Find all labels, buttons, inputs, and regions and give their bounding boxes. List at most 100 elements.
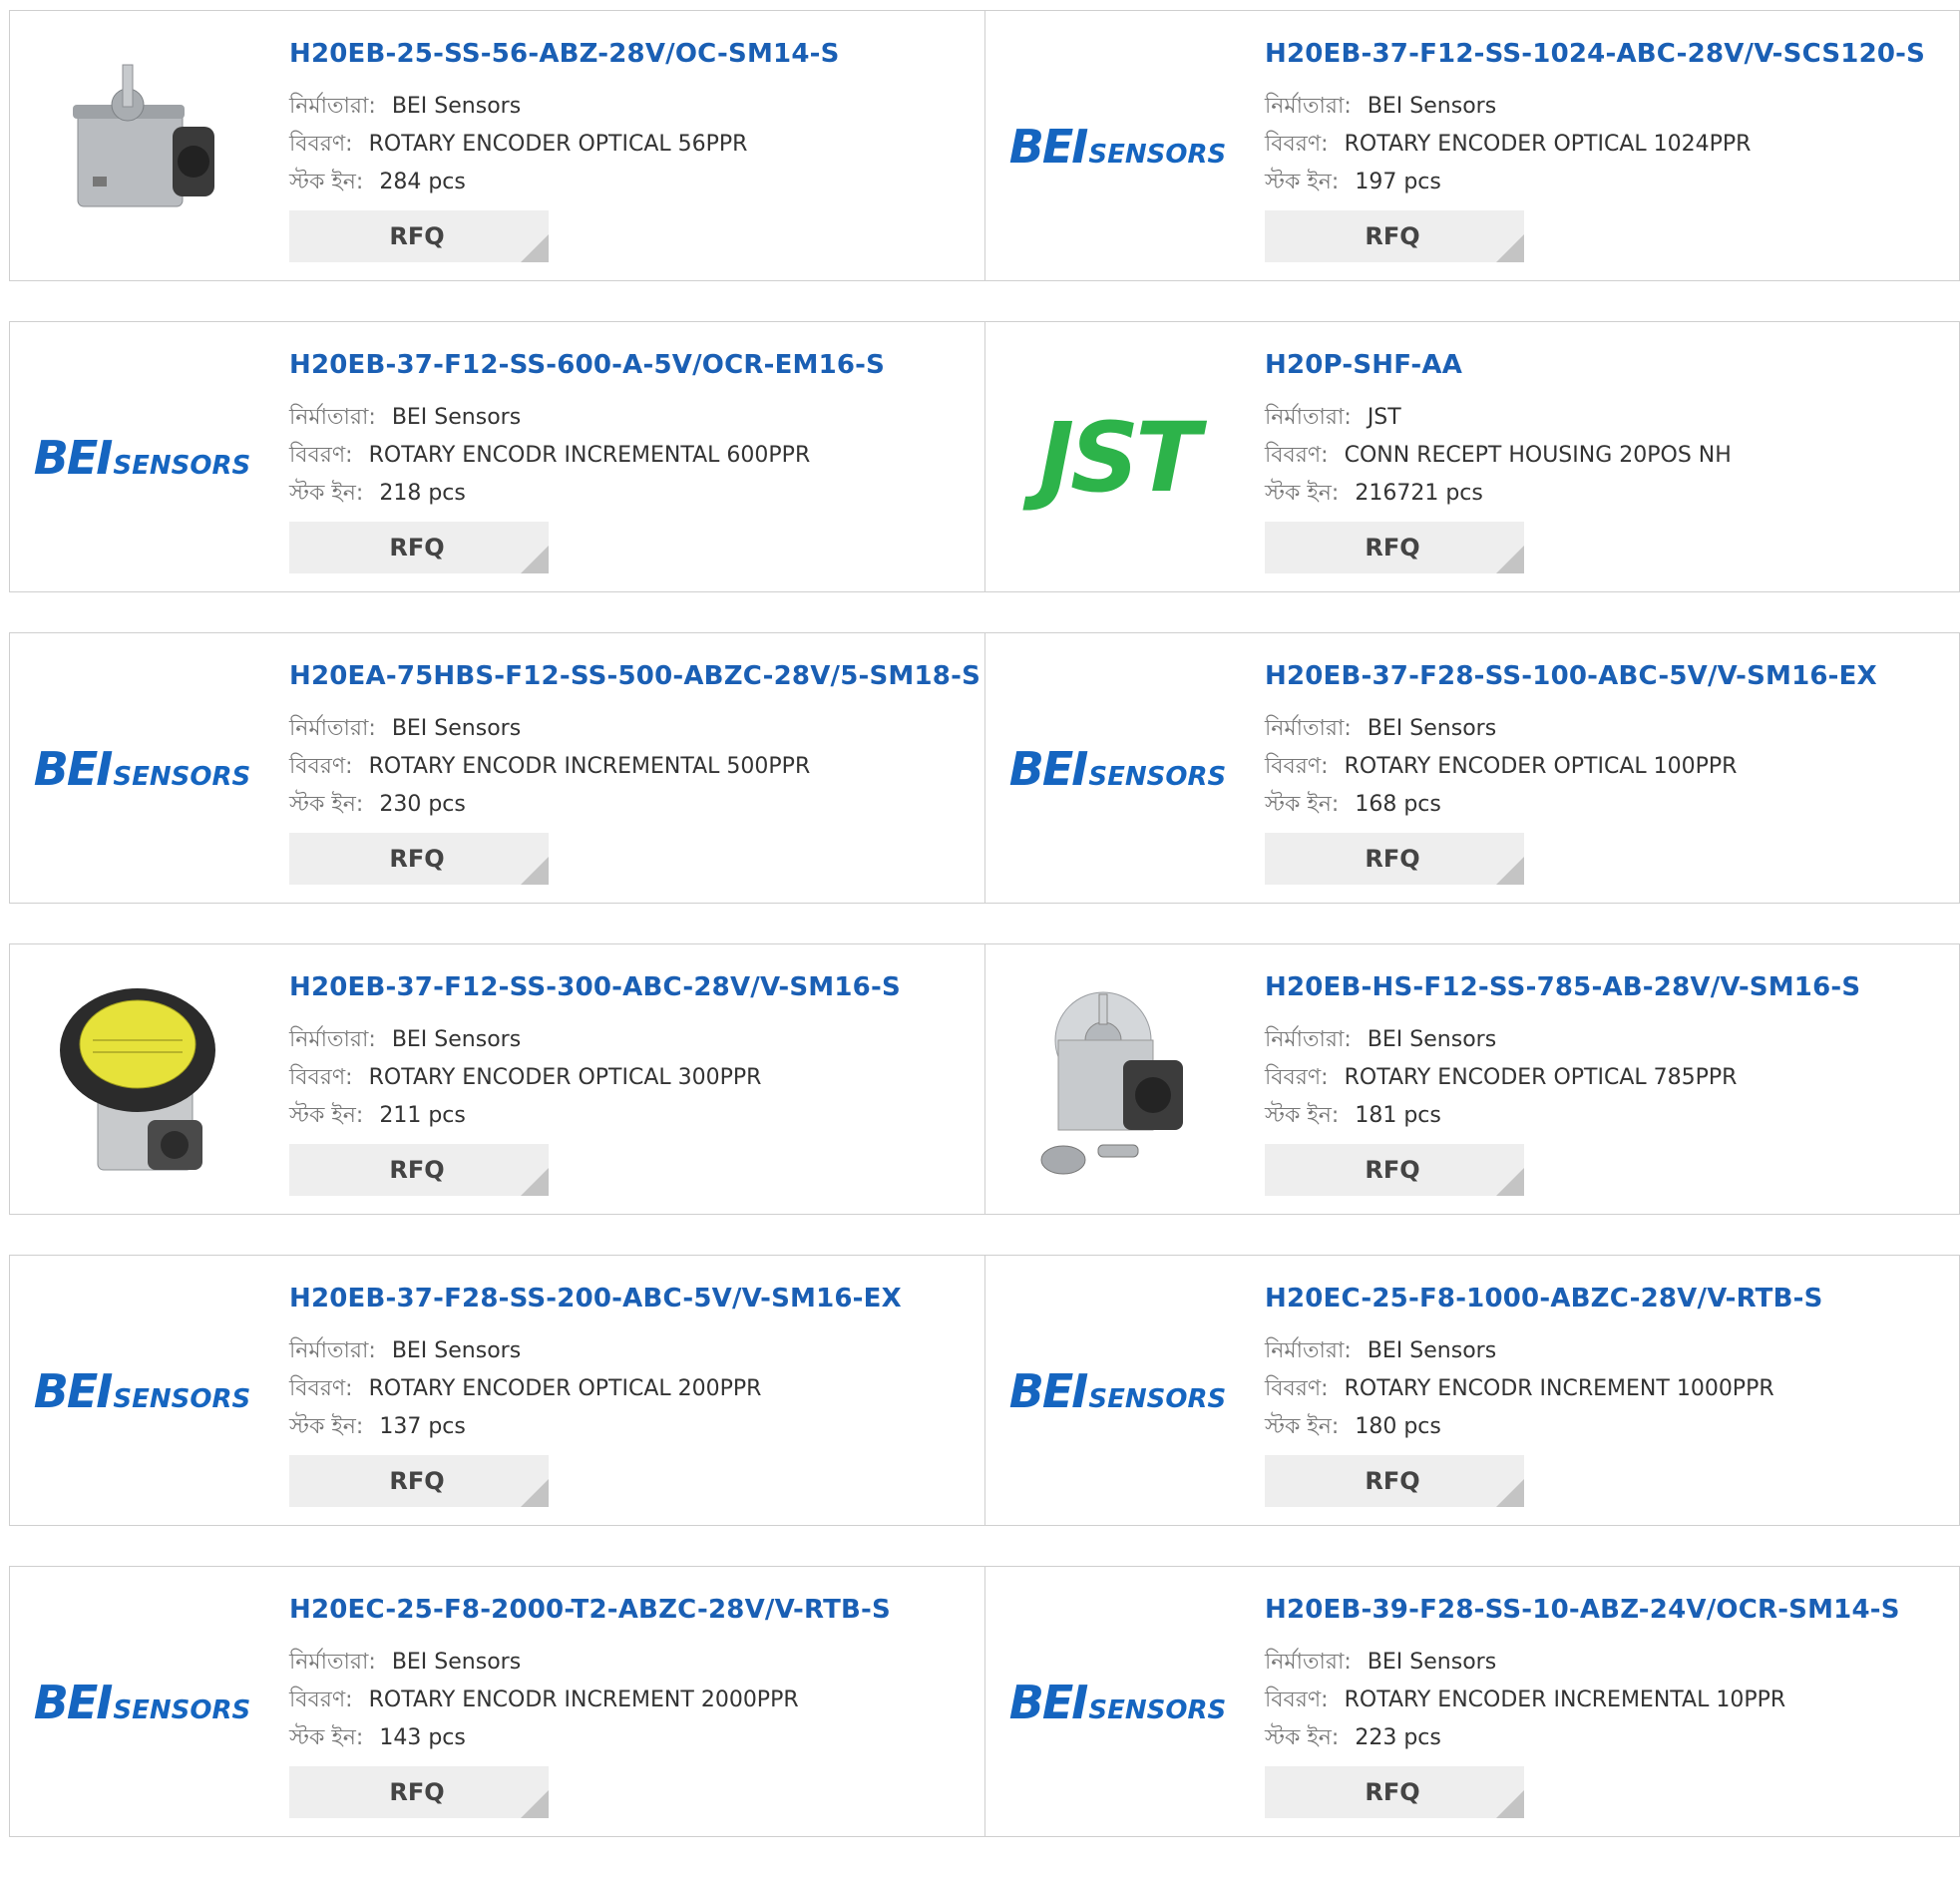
description-value: ROTARY ENCODER OPTICAL 200PPR — [368, 1376, 762, 1401]
manufacturer-line: নির্মাতারা: BEI Sensors — [1265, 1645, 1949, 1675]
stock-line: স্টক ইন: 230 pcs — [289, 787, 975, 817]
rfq-button[interactable]: RFQ — [289, 522, 549, 573]
stock-value: 168 pcs — [1355, 792, 1441, 817]
rfq-button[interactable]: RFQ — [1265, 833, 1524, 885]
product-photo[interactable] — [1015, 980, 1220, 1180]
product-part-link[interactable]: H20EB-37-F28-SS-100-ABC-5V/V-SM16-EX — [1265, 661, 1949, 691]
stock-label: স্টক ইন: — [289, 170, 364, 194]
manufacturer-label: নির্মাতারা: — [289, 1338, 376, 1363]
rfq-button[interactable]: RFQ — [289, 1766, 549, 1818]
stock-line: স্টক ইন: 284 pcs — [289, 165, 975, 194]
corner-fold-icon — [1496, 546, 1524, 573]
product-photo[interactable] — [40, 47, 244, 246]
product-part-link[interactable]: H20EB-25-SS-56-ABZ-28V/OC-SM14-S — [289, 39, 975, 69]
product-part-link[interactable]: H20EB-37-F28-SS-200-ABC-5V/V-SM16-EX — [289, 1284, 975, 1314]
description-label: বিবরণ: — [1265, 1688, 1329, 1712]
corner-fold-icon — [521, 857, 549, 885]
manufacturer-label: নির্মাতারা: — [1265, 1338, 1352, 1363]
description-line: বিবরণ: ROTARY ENCODER INCREMENTAL 10PPR — [1265, 1683, 1949, 1712]
description-line: বিবরণ: ROTARY ENCODER OPTICAL 100PPR — [1265, 749, 1949, 779]
bei-sensors-logo[interactable]: BEI SENSORS — [1009, 669, 1226, 869]
bei-logo-text: BEI — [1008, 1676, 1089, 1729]
product-row: BEI SENSORS H20EC-25-F8-2000-T2-ABZC-28V/V… — [9, 1566, 1960, 1837]
product-part-link[interactable]: H20EB-37-F12-SS-1024-ABC-28V/V-SCS120-S — [1265, 39, 1949, 69]
bei-logo-text: BEI — [33, 742, 114, 796]
manufacturer-line: নির্মাতারা: BEI Sensors — [1265, 1022, 1949, 1052]
bei-sensors-logo[interactable]: BEI SENSORS — [1009, 1603, 1226, 1802]
sensors-logo-text: SENSORS — [113, 762, 251, 792]
product-info: H20EB-37-F12-SS-1024-ABC-28V/V-SCS120-S ন… — [1265, 39, 1949, 194]
product-part-link[interactable]: H20EC-25-F8-2000-T2-ABZC-28V/V-RTB-S — [289, 1595, 975, 1625]
product-part-link[interactable]: H20EB-39-F28-SS-10-ABZ-24V/OCR-SM14-S — [1265, 1595, 1949, 1625]
corner-fold-icon — [521, 234, 549, 262]
rfq-button[interactable]: RFQ — [1265, 210, 1524, 262]
product-info: H20EB-37-F12-SS-300-ABC-28V/V-SM16-S নির্… — [289, 972, 975, 1128]
product-card: H20EB-37-F12-SS-300-ABC-28V/V-SM16-S নির্… — [10, 944, 984, 1214]
description-value: ROTARY ENCODR INCREMENT 2000PPR — [368, 1688, 799, 1712]
stock-label: স্টক ইন: — [1265, 1725, 1340, 1750]
description-line: বিবরণ: ROTARY ENCODER OPTICAL 785PPR — [1265, 1060, 1949, 1090]
rfq-button[interactable]: RFQ — [1265, 1144, 1524, 1196]
bei-sensors-logo[interactable]: BEI SENSORS — [34, 1603, 250, 1802]
manufacturer-value: BEI Sensors — [1367, 1338, 1497, 1363]
stock-label: স্টক ইন: — [289, 1725, 364, 1750]
rfq-button[interactable]: RFQ — [1265, 522, 1524, 573]
manufacturer-label: নির্মাতারা: — [289, 405, 376, 430]
stock-value: 218 pcs — [379, 481, 466, 506]
description-line: বিবরণ: ROTARY ENCODR INCREMENTAL 600PPR — [289, 438, 975, 468]
description-value: ROTARY ENCODER OPTICAL 300PPR — [368, 1065, 762, 1090]
bei-sensors-logo[interactable]: BEI SENSORS — [34, 1292, 250, 1491]
manufacturer-value: BEI Sensors — [391, 94, 522, 119]
rfq-button-label: RFQ — [1365, 845, 1420, 873]
product-part-link[interactable]: H20P-SHF-AA — [1265, 350, 1949, 380]
description-value: ROTARY ENCODER OPTICAL 785PPR — [1344, 1065, 1738, 1090]
product-row: BEI SENSORS H20EB-37-F28-SS-200-ABC-5V/V-S… — [9, 1255, 1960, 1526]
bei-logo-text: BEI — [33, 1676, 114, 1729]
description-line: বিবরণ: ROTARY ENCODER OPTICAL 200PPR — [289, 1371, 975, 1401]
corner-fold-icon — [1496, 1479, 1524, 1507]
stock-label: স্টক ইন: — [1265, 170, 1340, 194]
corner-fold-icon — [521, 1479, 549, 1507]
rfq-button[interactable]: RFQ — [289, 1455, 549, 1507]
product-part-link[interactable]: H20EB-37-F12-SS-600-A-5V/OCR-EM16-S — [289, 350, 975, 380]
stock-value: 180 pcs — [1355, 1414, 1441, 1439]
product-card: H20EB-HS-F12-SS-785-AB-28V/V-SM16-S নির্ম… — [984, 944, 1959, 1214]
bei-sensors-logo[interactable]: BEI SENSORS — [1009, 1292, 1226, 1491]
stock-label: স্টক ইন: — [1265, 1414, 1340, 1439]
manufacturer-label: নির্মাতারা: — [289, 1027, 376, 1052]
sensors-logo-text: SENSORS — [113, 1695, 251, 1725]
rfq-button[interactable]: RFQ — [289, 833, 549, 885]
jst-logo[interactable]: JST — [1015, 358, 1220, 558]
stock-line: স্টক ইন: 216721 pcs — [1265, 476, 1949, 506]
product-part-link[interactable]: H20EA-75HBS-F12-SS-500-ABZC-28V/5-SM18-S — [289, 661, 980, 691]
product-card: BEI SENSORS H20EA-75HBS-F12-SS-500-ABZC-28… — [10, 633, 984, 903]
bei-sensors-logo[interactable]: BEI SENSORS — [34, 669, 250, 869]
product-info: H20P-SHF-AA নির্মাতারা: JST বিবরণ: CONN RECE… — [1265, 350, 1949, 506]
product-part-link[interactable]: H20EB-HS-F12-SS-785-AB-28V/V-SM16-S — [1265, 972, 1949, 1002]
manufacturer-label: নির্মাতারা: — [289, 1650, 376, 1675]
manufacturer-value: JST — [1367, 405, 1401, 430]
description-value: ROTARY ENCODR INCREMENT 1000PPR — [1344, 1376, 1774, 1401]
stock-value: 211 pcs — [379, 1103, 466, 1128]
product-card: BEI SENSORS H20EC-25-F8-2000-T2-ABZC-28V/V… — [10, 1567, 984, 1836]
rfq-button-label: RFQ — [389, 1467, 445, 1495]
corner-fold-icon — [1496, 234, 1524, 262]
stock-value: 216721 pcs — [1355, 481, 1483, 506]
rfq-button[interactable]: RFQ — [289, 210, 549, 262]
product-part-link[interactable]: H20EC-25-F8-1000-ABZC-28V/V-RTB-S — [1265, 1284, 1949, 1314]
bei-sensors-logo[interactable]: BEI SENSORS — [34, 358, 250, 558]
stock-line: স্টক ইন: 180 pcs — [1265, 1409, 1949, 1439]
description-value: ROTARY ENCODER OPTICAL 1024PPR — [1344, 132, 1752, 157]
sensors-logo-text: SENSORS — [1088, 762, 1227, 792]
manufacturer-line: নির্মাতারা: BEI Sensors — [1265, 1333, 1949, 1363]
product-photo[interactable] — [40, 980, 244, 1180]
manufacturer-value: BEI Sensors — [1367, 94, 1497, 119]
product-part-link[interactable]: H20EB-37-F12-SS-300-ABC-28V/V-SM16-S — [289, 972, 975, 1002]
bei-sensors-logo[interactable]: BEI SENSORS — [1009, 47, 1226, 246]
manufacturer-line: নির্মাতারা: BEI Sensors — [289, 711, 975, 741]
stock-label: স্টক ইন: — [1265, 1103, 1340, 1128]
rfq-button[interactable]: RFQ — [289, 1144, 549, 1196]
product-card: H20EB-25-SS-56-ABZ-28V/OC-SM14-S নির্মাতা… — [10, 11, 984, 280]
rfq-button[interactable]: RFQ — [1265, 1766, 1524, 1818]
rfq-button[interactable]: RFQ — [1265, 1455, 1524, 1507]
